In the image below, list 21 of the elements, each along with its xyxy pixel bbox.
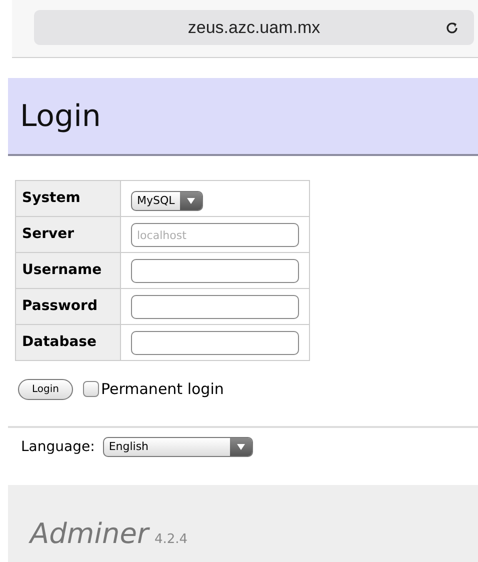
- permanent-login-checkbox[interactable]: [82, 381, 99, 398]
- field-label: Password: [16, 288, 120, 324]
- text-field[interactable]: localhost: [131, 223, 299, 248]
- page-title: Login: [20, 98, 101, 136]
- field-label: Database: [16, 324, 120, 360]
- text-field[interactable]: [131, 295, 299, 320]
- field-label: Server: [16, 216, 120, 252]
- login-button[interactable]: Login: [18, 378, 73, 400]
- language-label: Language:: [21, 438, 95, 456]
- reload-icon[interactable]: [444, 20, 460, 36]
- field-label: System: [16, 180, 120, 216]
- text-field[interactable]: [131, 259, 299, 284]
- app-version: 4.2.4: [154, 531, 188, 549]
- app-name: Adminer: [30, 516, 148, 552]
- address-bar[interactable]: zeus.azc.uam.mx: [34, 10, 474, 45]
- url-text: zeus.azc.uam.mx: [188, 16, 320, 39]
- permanent-login-label: Permanent login: [100, 379, 224, 400]
- system-select[interactable]: MySQL: [131, 190, 203, 210]
- field-label: Username: [16, 252, 120, 288]
- text-field[interactable]: [131, 331, 299, 356]
- language-select[interactable]: English: [102, 437, 253, 457]
